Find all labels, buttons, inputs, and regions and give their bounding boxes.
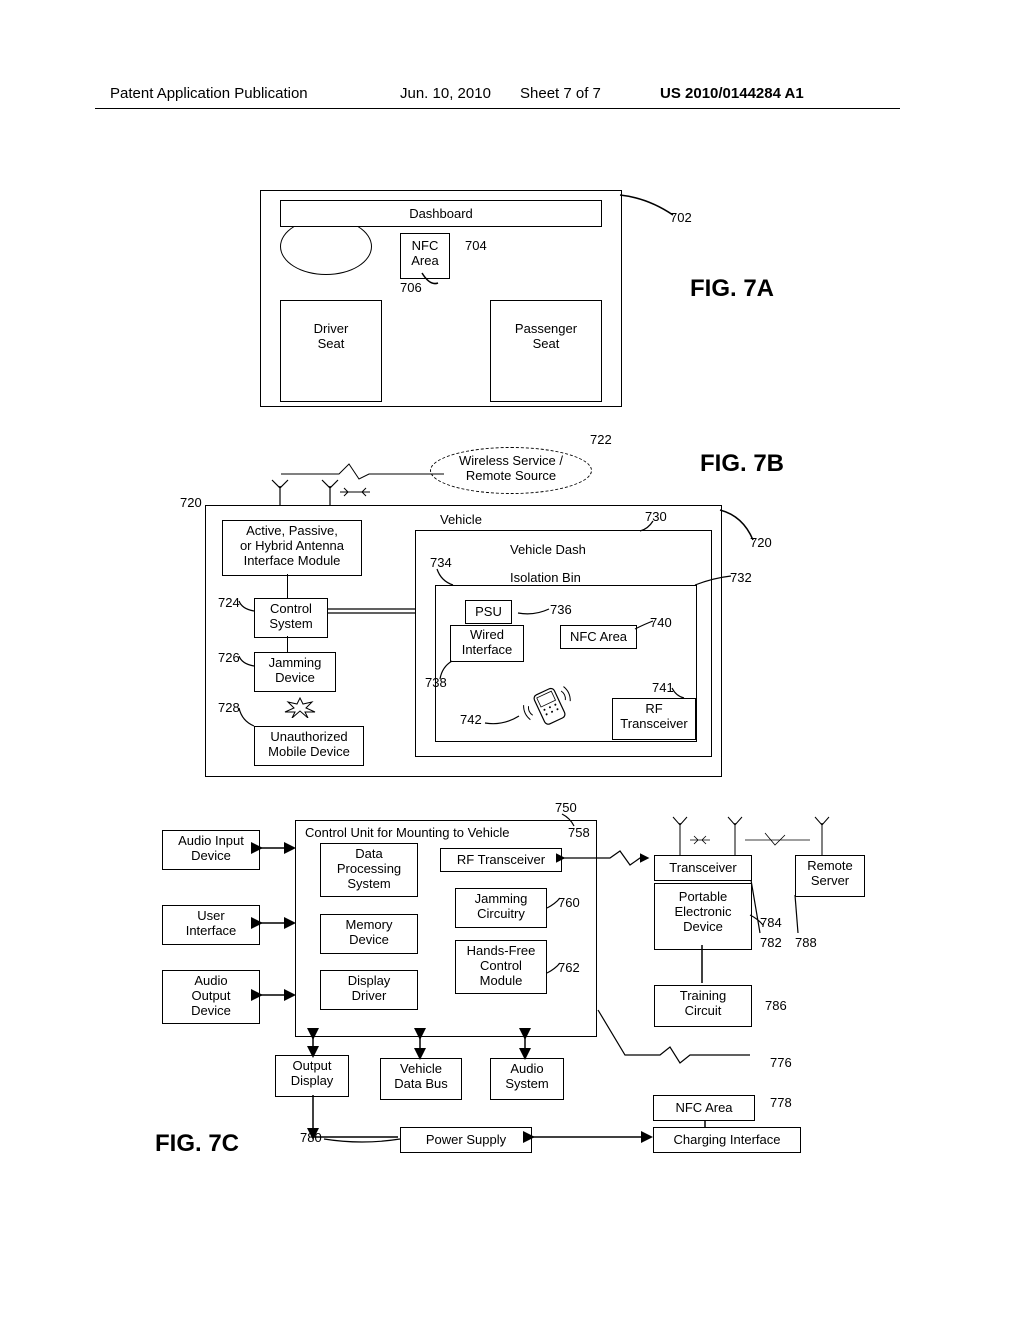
leader-740 — [633, 619, 655, 631]
conn-ant-ctl — [287, 574, 288, 598]
unauth-mobile: Unauthorized Mobile Device — [254, 726, 364, 766]
leader-728 — [237, 706, 257, 728]
rf-transceiver-7b: RF Transceiver — [612, 698, 696, 740]
passenger-seat: Passenger Seat — [490, 300, 602, 402]
leader-706 — [420, 271, 440, 289]
driver-seat: Driver Seat — [280, 300, 382, 402]
header-pub: Patent Application Publication — [110, 85, 308, 102]
leader-720 — [718, 508, 758, 543]
ref-704: 704 — [465, 238, 487, 253]
iso-label: Isolation Bin — [510, 570, 581, 585]
leader-726 — [237, 654, 257, 669]
fig7c-connectors — [150, 815, 870, 1165]
dashboard-box: Dashboard — [280, 200, 602, 227]
vehicle-dash-label: Vehicle Dash — [510, 542, 586, 557]
phone-icon — [520, 680, 580, 730]
leader-742 — [483, 713, 521, 728]
leader-732 — [693, 574, 733, 586]
conn-ctl-dash — [328, 607, 418, 617]
ref-722: 722 — [590, 432, 612, 447]
header-sheet: Sheet 7 of 7 — [520, 85, 601, 102]
leader-730 — [638, 519, 656, 534]
control-system: Control System — [254, 598, 328, 638]
wired-iface: Wired Interface — [450, 625, 524, 662]
ref-742: 742 — [460, 712, 482, 727]
zigzag-link — [279, 454, 449, 484]
vehicle-label: Vehicle — [440, 512, 482, 527]
conn-ctl-jam — [287, 636, 288, 652]
ref-736: 736 — [550, 602, 572, 617]
header-date: Jun. 10, 2010 — [400, 85, 491, 102]
wireless-cloud: Wireless Service / Remote Source — [430, 447, 592, 494]
ref-706: 706 — [400, 280, 422, 295]
leader-734 — [435, 567, 455, 587]
psu-box: PSU — [465, 600, 512, 624]
header-rule — [95, 108, 900, 109]
burst-icon — [280, 696, 320, 718]
jamming-device: Jamming Device — [254, 652, 336, 692]
leader-724 — [237, 599, 257, 614]
header-pubno: US 2010/0144284 A1 — [660, 85, 804, 102]
leader-702 — [618, 193, 678, 218]
leader-736 — [516, 607, 551, 617]
ref-732: 732 — [730, 570, 752, 585]
fig7a-title: FIG. 7A — [690, 275, 774, 303]
leader-741 — [670, 686, 688, 701]
antenna-module: Active, Passive, or Hybrid Antenna Inter… — [222, 520, 362, 576]
fig7b-nfc: NFC Area — [560, 625, 637, 649]
ref-720a: 720 — [180, 495, 202, 510]
fig7b-title: FIG. 7B — [700, 450, 784, 478]
leader-738 — [438, 659, 456, 681]
